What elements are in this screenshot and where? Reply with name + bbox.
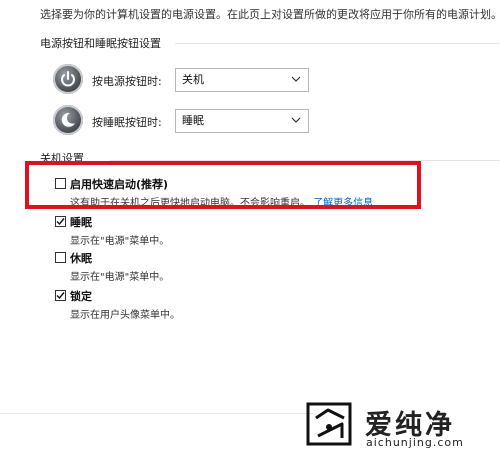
hibernate-option-description: 显示在"电源"菜单中。 xyxy=(70,272,170,283)
sleep-button-action-value: 睡眠 xyxy=(182,114,204,127)
sleep-checkbox[interactable] xyxy=(55,216,66,227)
section-divider xyxy=(175,43,500,44)
sleep-option-description: 显示在"电源"菜单中。 xyxy=(70,236,170,247)
intro-text: 选择要为你的计算机设置的电源设置。在此页上对设置所做的更改将应用于你所有的电源计… xyxy=(40,8,500,21)
chevron-down-icon xyxy=(291,76,301,82)
lock-option-description: 显示在用户头像菜单中。 xyxy=(70,310,180,321)
lock-option-label: 锁定 xyxy=(70,290,92,303)
sleep-button-action-select[interactable]: 睡眠 xyxy=(175,109,309,133)
sleep-icon xyxy=(53,105,83,135)
watermark-url: aichunjing.com xyxy=(366,436,464,449)
hibernate-option-label: 休眠 xyxy=(70,252,92,265)
sleep-option-label: 睡眠 xyxy=(70,216,92,229)
power-button-label: 按电源按钮时: xyxy=(92,75,162,88)
lock-checkbox[interactable] xyxy=(55,290,66,301)
hibernate-checkbox[interactable] xyxy=(55,252,66,263)
checkmark-icon xyxy=(56,292,65,300)
power-icon xyxy=(53,64,83,94)
power-button-action-value: 关机 xyxy=(182,73,204,86)
highlight-box xyxy=(25,161,421,209)
chevron-down-icon xyxy=(291,117,301,123)
power-button-action-select[interactable]: 关机 xyxy=(175,68,309,92)
checkmark-icon xyxy=(56,218,65,226)
sleep-button-label: 按睡眠按钮时: xyxy=(92,116,162,129)
power-section-title: 电源按钮和睡眠按钮设置 xyxy=(40,37,161,50)
